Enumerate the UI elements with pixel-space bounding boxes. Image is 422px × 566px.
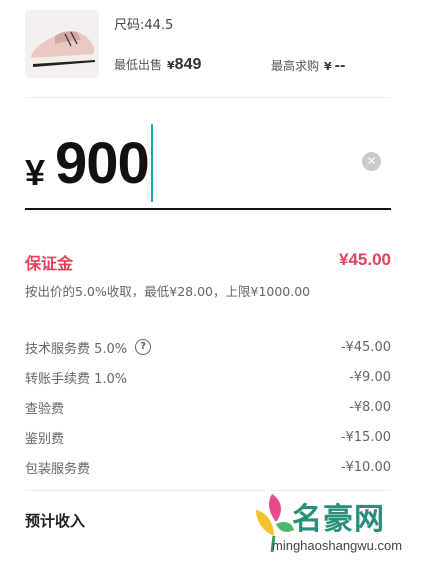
text-caret [151, 124, 153, 202]
fee-row-authentication: 鉴别费 -¥15.00 [25, 427, 391, 447]
fee-row-inspection: 查验费 -¥8.00 [25, 397, 391, 417]
lowest-sell-value: 849 [174, 56, 202, 73]
price-input[interactable]: ¥ 900 ✕ [25, 124, 391, 208]
fee-label: 包装服务费 [25, 461, 91, 477]
deposit-label: 保证金 [25, 254, 74, 273]
lowest-sell-label: 最低出售 [114, 58, 163, 72]
watermark: 名豪网 minghaoshangwu.com [248, 490, 418, 562]
price-currency: ¥ [25, 152, 46, 193]
highest-bid-label: 最高求购 [271, 59, 320, 73]
divider [25, 97, 391, 98]
fee-amount: -¥45.00 [340, 339, 391, 355]
fee-label: 鉴别费 [25, 431, 65, 447]
fee-row-packaging: 包装服务费 -¥10.00 [25, 457, 391, 477]
watermark-url: minghaoshangwu.com [272, 538, 403, 553]
clear-icon[interactable]: ✕ [362, 152, 381, 171]
deposit-note: 按出价的5.0%收取，最低¥28.00，上限¥1000.00 [25, 284, 311, 299]
size-label: 尺码:44.5 [114, 18, 174, 33]
lowest-sell-stat: 最低出售 ¥ 849 [114, 56, 201, 74]
lowest-sell-currency: ¥ [167, 59, 175, 72]
help-icon[interactable]: ? [135, 339, 152, 355]
fee-row-transfer: 转账手续费 1.0% -¥9.00 [25, 367, 391, 387]
fee-amount: -¥9.00 [349, 369, 391, 385]
price-value[interactable]: 900 [55, 130, 150, 197]
fee-amount: -¥10.00 [340, 459, 391, 475]
fee-amount: -¥8.00 [349, 399, 391, 415]
fee-label: 转账手续费 1.0% [25, 371, 128, 387]
fee-row-tech-service: 技术服务费 5.0% ? -¥45.00 [25, 337, 391, 357]
highest-bid-value: -- [334, 57, 346, 74]
watermark-brand: 名豪网 [292, 502, 385, 537]
price-underline [25, 208, 391, 210]
fee-amount: -¥15.00 [340, 429, 391, 445]
highest-bid-currency: ¥ [324, 60, 332, 73]
fee-label: 技术服务费 5.0% [25, 341, 128, 357]
fee-label: 查验费 [25, 401, 65, 417]
deposit-amount: ¥45.00 [339, 250, 391, 269]
estimated-income-label: 预计收入 [25, 512, 86, 530]
highest-bid-stat: 最高求购 ¥ -- [271, 57, 345, 75]
product-image [25, 10, 99, 78]
